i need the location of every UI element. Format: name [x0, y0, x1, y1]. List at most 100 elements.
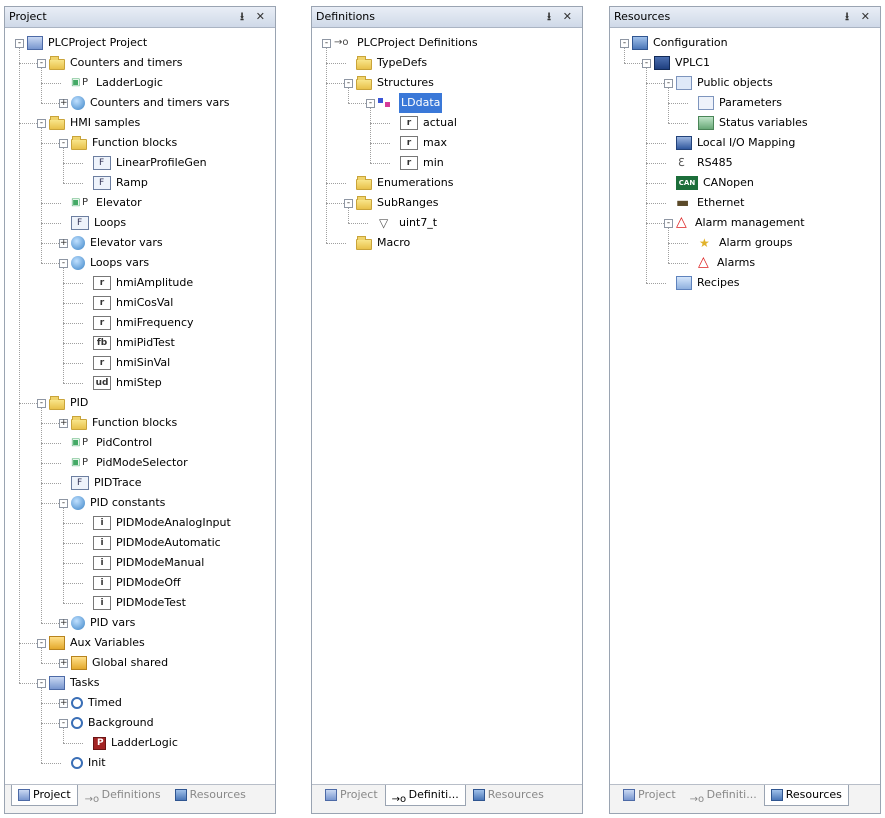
tree-item[interactable]: Counters and timers vars: [71, 93, 229, 113]
tree-item[interactable]: Tasks: [49, 673, 99, 693]
tree-item[interactable]: Alarms: [698, 253, 755, 273]
tree-item[interactable]: RS485: [676, 153, 733, 173]
collapse-toggle[interactable]: -: [37, 639, 46, 648]
tree-item[interactable]: Enumerations: [356, 173, 453, 193]
collapse-toggle[interactable]: -: [37, 119, 46, 128]
collapse-toggle[interactable]: -: [59, 719, 68, 728]
tree-item[interactable]: Aux Variables: [49, 633, 145, 653]
canopen-icon: CAN: [676, 176, 698, 190]
tree-item[interactable]: PID vars: [71, 613, 135, 633]
tree-item[interactable]: Timed: [71, 693, 122, 713]
tab-resources[interactable]: Resources: [168, 785, 253, 806]
tree-item[interactable]: PLCProject Project: [27, 33, 147, 53]
collapse-toggle[interactable]: -: [366, 99, 375, 108]
tree-item[interactable]: LadderLogic: [71, 73, 163, 93]
tree-item[interactable]: Ramp: [93, 173, 148, 193]
tree-item[interactable]: i PIDModeAutomatic: [93, 533, 221, 553]
tree-item[interactable]: LDdata: [378, 93, 443, 113]
tree-item[interactable]: Background: [71, 713, 154, 733]
collapse-toggle[interactable]: -: [37, 59, 46, 68]
collapse-toggle[interactable]: -: [664, 219, 673, 228]
tree-item[interactable]: Loops: [71, 213, 126, 233]
tree-item[interactable]: r min: [400, 153, 444, 173]
expand-toggle[interactable]: +: [59, 619, 68, 628]
collapse-toggle[interactable]: -: [59, 259, 68, 268]
tree-item-label: PID vars: [90, 616, 136, 629]
tree-item[interactable]: SubRanges: [356, 193, 439, 213]
tree-item[interactable]: Ethernet: [676, 193, 744, 213]
tree-item[interactable]: LadderLogic: [93, 733, 178, 753]
tree-item[interactable]: Configuration: [632, 33, 728, 53]
expand-toggle[interactable]: +: [59, 239, 68, 248]
tree-item[interactable]: VPLC1: [654, 53, 710, 73]
expand-toggle[interactable]: +: [59, 99, 68, 108]
tree-item[interactable]: TypeDefs: [356, 53, 427, 73]
tree-item[interactable]: uint7_t: [378, 213, 437, 233]
expand-toggle[interactable]: +: [59, 699, 68, 708]
tree-item[interactable]: Function blocks: [71, 413, 177, 433]
tree-item[interactable]: Local I/O Mapping: [676, 133, 795, 153]
tab-project[interactable]: Project: [11, 785, 78, 806]
tree-item[interactable]: Counters and timers: [49, 53, 182, 73]
tree-item[interactable]: PID: [49, 393, 88, 413]
tab-definitions[interactable]: Definitions: [78, 785, 168, 806]
tree-item[interactable]: r hmiFrequency: [93, 313, 194, 333]
tree-item[interactable]: r hmiSinVal: [93, 353, 170, 373]
tree-item[interactable]: r max: [400, 133, 447, 153]
tree-item[interactable]: CAN CANopen: [676, 173, 754, 193]
tree-item[interactable]: Public objects: [676, 73, 773, 93]
pin-close-buttons[interactable]: ⭳ ✕: [240, 7, 269, 27]
collapse-toggle[interactable]: -: [344, 79, 353, 88]
tree-item[interactable]: Function blocks: [71, 133, 177, 153]
collapse-toggle[interactable]: -: [344, 199, 353, 208]
tree-item[interactable]: Elevator vars: [71, 233, 163, 253]
tree-item[interactable]: HMI samples: [49, 113, 140, 133]
collapse-toggle[interactable]: -: [620, 39, 629, 48]
expand-toggle[interactable]: +: [59, 419, 68, 428]
tree-item[interactable]: PIDTrace: [71, 473, 142, 493]
tree-item[interactable]: Macro: [356, 233, 410, 253]
tree-item[interactable]: LinearProfileGen: [93, 153, 207, 173]
collapse-toggle[interactable]: -: [664, 79, 673, 88]
tree-item[interactable]: ud hmiStep: [93, 373, 162, 393]
collapse-toggle[interactable]: -: [37, 679, 46, 688]
tree-item[interactable]: i PIDModeManual: [93, 553, 204, 573]
project-icon: [27, 36, 43, 50]
tree-item[interactable]: Global shared: [71, 653, 168, 673]
tree-item[interactable]: Recipes: [676, 273, 740, 293]
tree-item[interactable]: Init: [71, 753, 106, 773]
tab-definitions[interactable]: Definiti...: [384, 785, 466, 806]
tree-item[interactable]: Structures: [356, 73, 434, 93]
tree-item[interactable]: r actual: [400, 113, 457, 133]
pin-close-buttons[interactable]: ⭳ ✕: [845, 7, 874, 27]
tree-item[interactable]: r hmiAmplitude: [93, 273, 193, 293]
collapse-toggle[interactable]: -: [322, 39, 331, 48]
expand-toggle[interactable]: +: [59, 659, 68, 668]
tree-item[interactable]: i PIDModeTest: [93, 593, 186, 613]
tab-resources[interactable]: Resources: [466, 785, 551, 806]
tab-definitions[interactable]: Definiti...: [683, 785, 764, 806]
tree-item[interactable]: PidControl: [71, 433, 152, 453]
tree-item[interactable]: PLCProject Definitions: [334, 33, 478, 53]
collapse-toggle[interactable]: -: [37, 399, 46, 408]
tree-item[interactable]: Elevator: [71, 193, 142, 213]
tree-item[interactable]: Alarm groups: [698, 233, 793, 253]
tree-item[interactable]: Parameters: [698, 93, 782, 113]
tree-item[interactable]: i PIDModeOff: [93, 573, 181, 593]
tab-project[interactable]: Project: [616, 785, 683, 806]
tree-item[interactable]: PidModeSelector: [71, 453, 188, 473]
collapse-toggle[interactable]: -: [59, 139, 68, 148]
tree-item[interactable]: r hmiCosVal: [93, 293, 173, 313]
tree-item[interactable]: fb hmiPidTest: [93, 333, 175, 353]
tree-item[interactable]: i PIDModeAnalogInput: [93, 513, 231, 533]
tree-item[interactable]: Alarm management: [676, 213, 805, 233]
tab-project[interactable]: Project: [318, 785, 385, 806]
pin-close-buttons[interactable]: ⭳ ✕: [547, 7, 576, 27]
tree-item[interactable]: PID constants: [71, 493, 165, 513]
collapse-toggle[interactable]: -: [59, 499, 68, 508]
tree-item[interactable]: Status variables: [698, 113, 808, 133]
collapse-toggle[interactable]: -: [15, 39, 24, 48]
tab-resources[interactable]: Resources: [763, 785, 849, 806]
collapse-toggle[interactable]: -: [642, 59, 651, 68]
tree-item[interactable]: Loops vars: [71, 253, 149, 273]
